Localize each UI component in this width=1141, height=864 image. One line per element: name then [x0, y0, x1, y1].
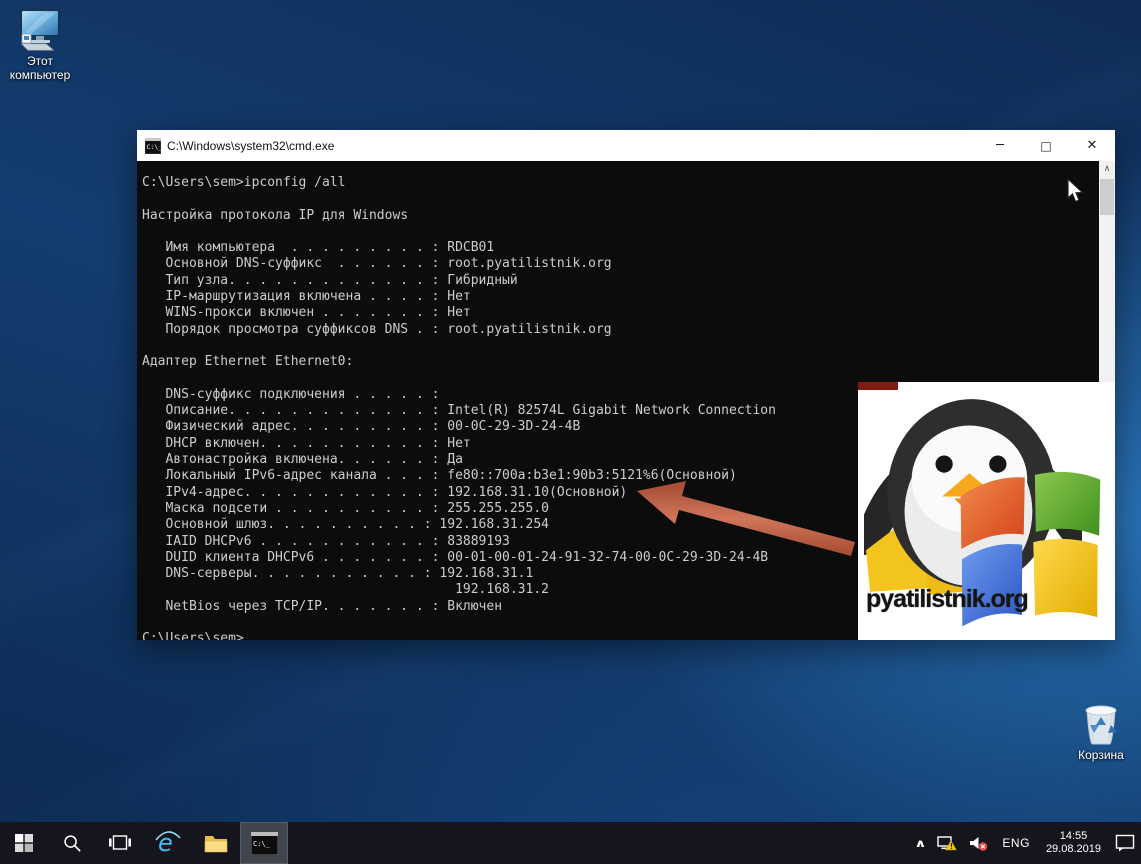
taskbar: e C:\_ ∧ ! ENG 14:55 29.08.2019 — [0, 822, 1141, 864]
maximize-button[interactable]: □ — [1023, 130, 1069, 161]
language-indicator[interactable]: ENG — [994, 822, 1038, 864]
desktop: Этот компьютер Корзина C:\_ C:\Windows\s… — [0, 0, 1141, 864]
action-center-icon — [1115, 834, 1135, 852]
watermark-site-text: pyatilistnik.org — [866, 585, 1029, 613]
cmd-icon: C:\_ — [250, 831, 278, 855]
folder-icon — [204, 836, 228, 853]
window-title: C:\Windows\system32\cmd.exe — [167, 138, 335, 153]
watermark-image: pyatilistnik.org — [858, 382, 1115, 640]
task-view-icon — [109, 835, 131, 850]
svg-text:!: ! — [950, 842, 953, 851]
search-icon — [63, 834, 81, 852]
cmd-window-titlebar[interactable]: C:\_ C:\Windows\system32\cmd.exe ─ □ ✕ — [137, 130, 1115, 161]
clock-date: 29.08.2019 — [1045, 843, 1101, 855]
desktop-icon-this-pc[interactable]: Этот компьютер — [2, 8, 78, 82]
network-status-button[interactable]: ! — [931, 822, 963, 864]
network-warning-icon: ! — [937, 835, 958, 851]
start-button[interactable] — [0, 822, 48, 864]
scrollbar-thumb[interactable] — [1100, 179, 1114, 215]
taskbar-item-cmd[interactable]: C:\_ — [240, 822, 288, 864]
this-pc-icon — [20, 9, 60, 51]
action-center-button[interactable] — [1109, 822, 1141, 864]
taskbar-item-file-explorer[interactable] — [192, 822, 240, 864]
taskbar-clock[interactable]: 14:55 29.08.2019 — [1038, 822, 1109, 864]
cmd-titlebar-icon: C:\_ — [145, 137, 162, 154]
desktop-icon-label: Этот компьютер — [9, 54, 71, 82]
search-button[interactable] — [48, 822, 96, 864]
close-button[interactable]: ✕ — [1069, 130, 1115, 161]
volume-muted-button[interactable] — [963, 822, 994, 864]
recycle-bin-icon — [1085, 705, 1117, 745]
svg-text:e: e — [158, 830, 173, 856]
minimize-button[interactable]: ─ — [977, 130, 1023, 161]
desktop-icon-label: Корзина — [1078, 748, 1124, 762]
tray-chevron-button[interactable]: ∧ — [907, 822, 935, 864]
svg-text:C:\_: C:\_ — [253, 840, 271, 848]
desktop-icon-recycle-bin[interactable]: Корзина — [1066, 700, 1136, 762]
taskbar-item-internet-explorer[interactable]: e — [144, 822, 192, 864]
svg-text:C:\_: C:\_ — [147, 143, 162, 151]
task-view-button[interactable] — [96, 822, 144, 864]
clock-time: 14:55 — [1059, 830, 1088, 842]
scroll-up-icon[interactable]: ∧ — [1099, 161, 1115, 178]
internet-explorer-icon: e — [155, 830, 181, 856]
cmd-window: C:\_ C:\Windows\system32\cmd.exe ─ □ ✕ C… — [137, 130, 1115, 640]
volume-muted-icon — [970, 836, 988, 851]
taskbar-spacer — [288, 822, 910, 864]
windows-logo-icon — [15, 834, 33, 852]
